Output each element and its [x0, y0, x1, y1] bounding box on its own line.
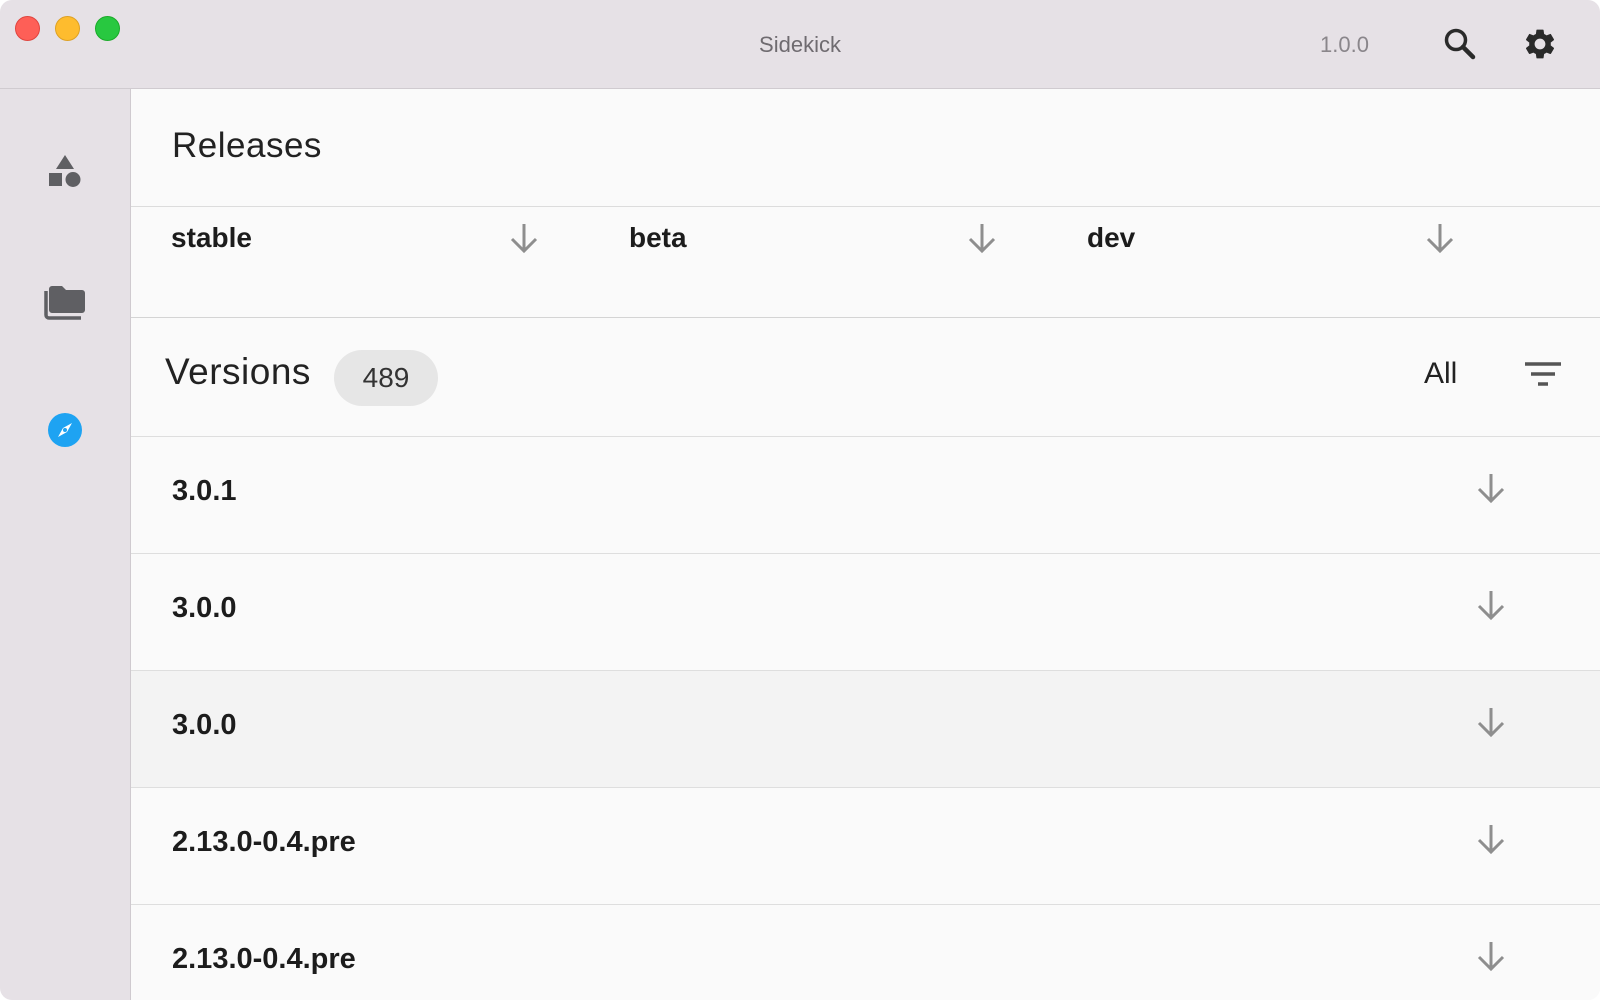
versions-list: 3.0.1 3.0.0 3.0.0 2.13.0-0.4.pre 2.13.0-… — [131, 436, 1600, 1000]
search-icon[interactable] — [1440, 24, 1480, 64]
download-arrow-icon[interactable] — [1476, 939, 1506, 978]
versions-count-badge: 489 — [334, 350, 438, 406]
compass-icon — [48, 413, 82, 447]
shapes-icon — [49, 155, 81, 187]
version-name: 2.13.0-0.4.pre — [172, 943, 356, 975]
channel-dev[interactable]: dev — [1047, 207, 1487, 269]
version-row[interactable]: 2.13.0-0.4.pre — [131, 904, 1600, 1000]
main-content: Releases stable beta dev Versions 489 Al… — [131, 89, 1600, 1000]
sidebar-item-folders[interactable] — [40, 276, 90, 326]
channel-label: dev — [1087, 222, 1136, 253]
version-name: 3.0.0 — [172, 709, 237, 741]
sidebar-item-explore[interactable] — [40, 405, 90, 455]
app-version-label: 1.0.0 — [1320, 32, 1369, 57]
version-name: 2.13.0-0.4.pre — [172, 826, 356, 858]
folders-icon — [44, 286, 85, 320]
gear-icon[interactable] — [1520, 24, 1560, 64]
versions-heading: Versions — [165, 351, 311, 392]
channel-label: beta — [629, 222, 687, 253]
download-arrow-icon[interactable] — [1476, 705, 1506, 744]
version-row[interactable]: 3.0.0 — [131, 670, 1600, 787]
releases-heading: Releases — [172, 126, 322, 165]
version-row[interactable]: 2.13.0-0.4.pre — [131, 787, 1600, 904]
filter-label[interactable]: All — [1424, 357, 1457, 391]
version-row[interactable]: 3.0.1 — [131, 436, 1600, 553]
download-arrow-icon[interactable] — [1476, 471, 1506, 510]
sidebar-item-shapes[interactable] — [40, 146, 90, 196]
download-arrow-icon[interactable] — [509, 221, 539, 260]
channel-stable[interactable]: stable — [131, 207, 571, 269]
version-name: 3.0.0 — [172, 592, 237, 624]
version-name: 3.0.1 — [172, 475, 237, 507]
filter-icon[interactable] — [1521, 353, 1565, 397]
sidebar — [0, 89, 131, 1000]
channel-label: stable — [171, 222, 252, 253]
download-arrow-icon[interactable] — [1476, 588, 1506, 627]
download-arrow-icon[interactable] — [1476, 822, 1506, 861]
download-arrow-icon[interactable] — [967, 221, 997, 260]
download-arrow-icon[interactable] — [1425, 221, 1455, 260]
divider — [131, 317, 1600, 318]
channel-beta[interactable]: beta — [589, 207, 1029, 269]
title-bar: Sidekick 1.0.0 — [0, 0, 1600, 89]
app-window: Sidekick 1.0.0 Releases stable beta dev … — [0, 0, 1600, 1000]
version-row[interactable]: 3.0.0 — [131, 553, 1600, 670]
